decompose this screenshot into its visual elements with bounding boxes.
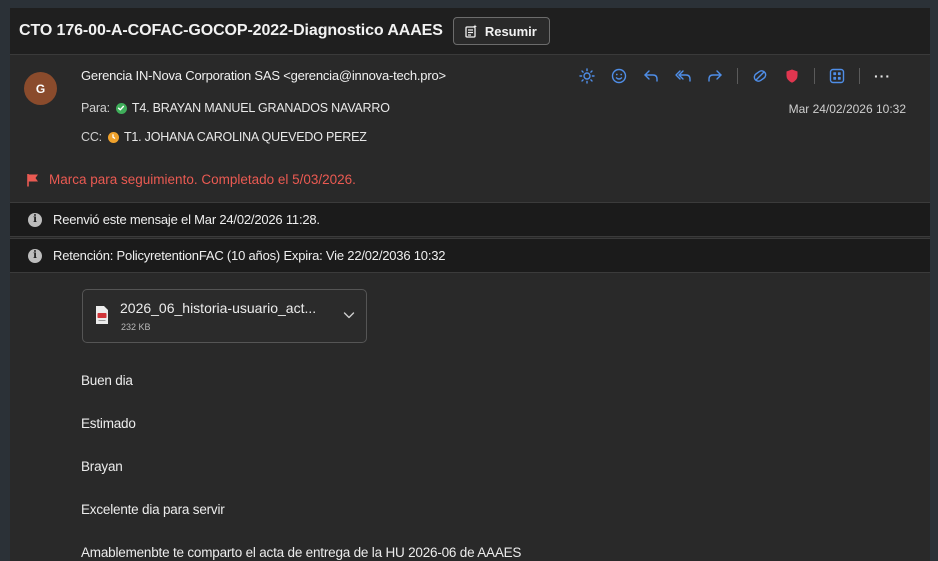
cc-recipient[interactable]: T1. JOHANA CAROLINA QUEVEDO PEREZ: [124, 130, 367, 144]
away-status-icon: [107, 131, 119, 143]
attachment-size: 232 KB: [121, 322, 151, 332]
subject-bar: CTO 176-00-A-COFAC-GOCOP-2022-Diagnostic…: [10, 8, 930, 55]
to-recipient[interactable]: T4. BRAYAN MANUEL GRANADOS NAVARRO: [132, 101, 390, 115]
toolbar-divider: [737, 68, 738, 84]
sender-avatar[interactable]: G: [24, 72, 57, 105]
message-actions-toolbar: ···: [575, 66, 891, 86]
to-label: Para:: [81, 101, 110, 115]
message-date: Mar 24/02/2026 10:32: [788, 102, 906, 116]
info-icon: i: [28, 248, 42, 263]
body-paragraph: Excelente dia para servir: [81, 502, 225, 517]
flag-text: Marca para seguimiento. Completado el 5/…: [49, 172, 356, 187]
forwarded-info-bar: i Reenvió este mensaje el Mar 24/02/2026…: [10, 202, 930, 237]
cc-recipients: CC: T1. JOHANA CAROLINA QUEVEDO PEREZ: [81, 130, 367, 144]
attachment-name: 2026_06_historia-usuario_act...: [120, 300, 317, 316]
to-recipients: Para: T4. BRAYAN MANUEL GRANADOS NAVARRO: [81, 101, 390, 115]
emoji-icon[interactable]: [607, 66, 631, 86]
summarize-icon: [465, 24, 477, 38]
reply-all-icon[interactable]: [671, 66, 695, 86]
email-reading-pane: CTO 176-00-A-COFAC-GOCOP-2022-Diagnostic…: [10, 8, 930, 561]
info-icon: i: [28, 212, 42, 227]
pdf-file-icon: [96, 306, 108, 324]
email-subject: CTO 176-00-A-COFAC-GOCOP-2022-Diagnostic…: [19, 22, 443, 39]
body-paragraph: Buen dia: [81, 373, 133, 388]
follow-up-flag: Marca para seguimiento. Completado el 5/…: [26, 172, 356, 187]
summarize-button[interactable]: Resumir: [452, 17, 550, 45]
body-paragraph: Amablemenbte te comparto el acta de entr…: [81, 545, 522, 560]
sun-icon[interactable]: [575, 66, 599, 86]
flag-icon: [27, 173, 38, 186]
message-header: G Gerencia IN-Nova Corporation SAS <gere…: [10, 55, 930, 161]
sender-name[interactable]: Gerencia IN-Nova Corporation SAS <gerenc…: [81, 68, 446, 83]
attachment-card[interactable]: 2026_06_historia-usuario_act... 232 KB: [82, 289, 367, 343]
summarize-label: Resumir: [484, 23, 537, 39]
retention-info-bar: i Retención: PolicyretentionFAC (10 años…: [10, 238, 930, 273]
chevron-down-icon[interactable]: [342, 308, 356, 322]
immersive-reader-icon[interactable]: [748, 66, 772, 86]
apps-icon[interactable]: [825, 66, 849, 86]
more-icon[interactable]: ···: [874, 68, 891, 84]
shield-icon[interactable]: [780, 66, 804, 86]
body-paragraph: Estimado: [81, 416, 136, 431]
available-status-icon: [115, 102, 127, 114]
retention-info-text: Retención: PolicyretentionFAC (10 años) …: [53, 248, 446, 263]
toolbar-divider: [814, 68, 815, 84]
body-paragraph: Brayan: [81, 459, 123, 474]
toolbar-divider: [859, 68, 860, 84]
cc-label: CC:: [81, 130, 102, 144]
forwarded-info-text: Reenvió este mensaje el Mar 24/02/2026 1…: [53, 212, 320, 227]
forward-icon[interactable]: [703, 66, 727, 86]
reply-icon[interactable]: [639, 66, 663, 86]
